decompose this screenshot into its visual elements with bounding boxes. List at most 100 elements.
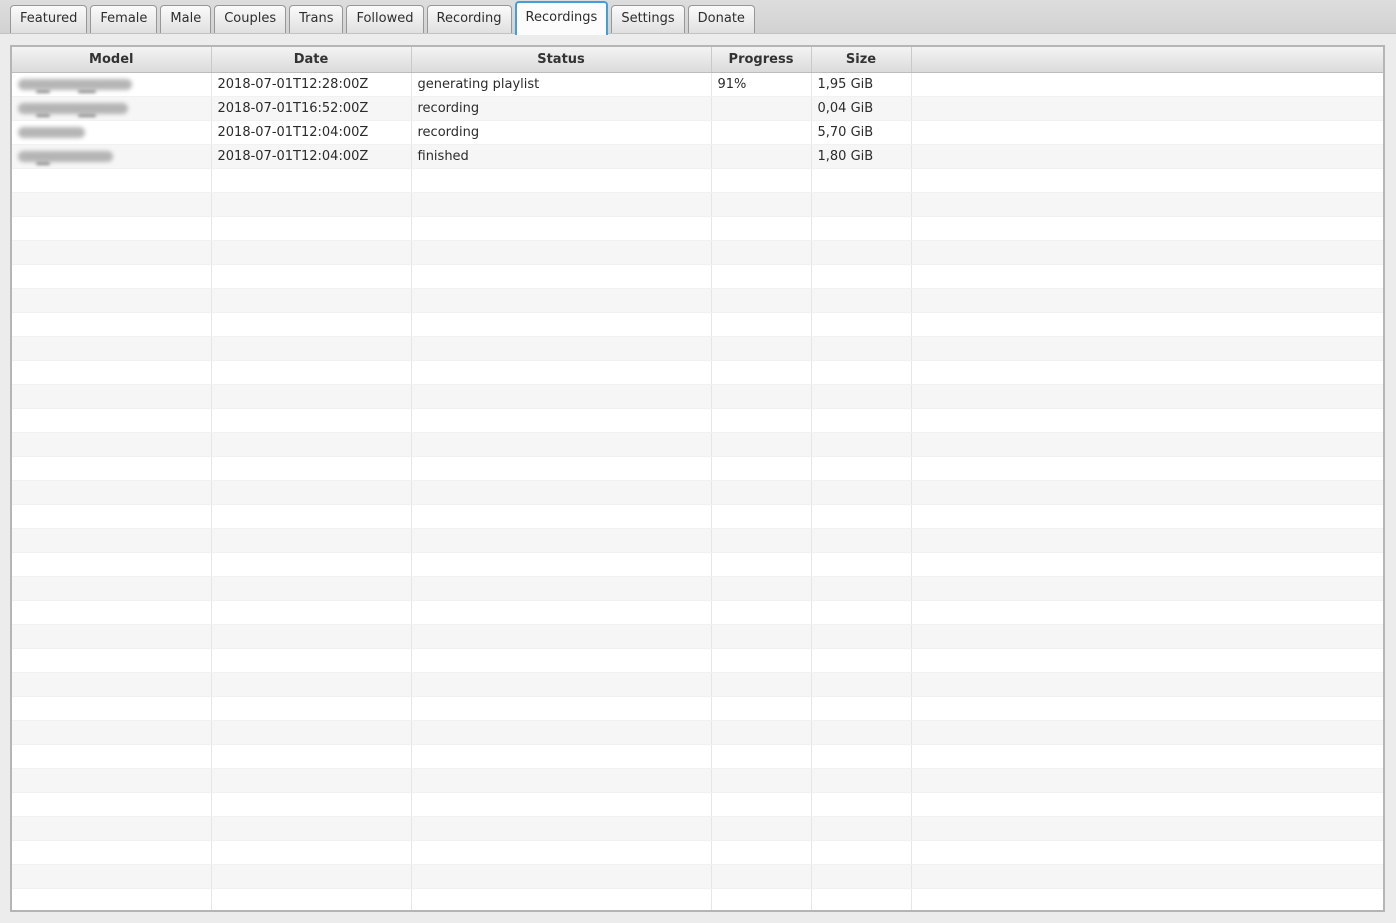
empty-cell xyxy=(12,864,212,889)
empty-cell xyxy=(911,456,1383,481)
size-cell: 1,95 GiB xyxy=(811,72,912,97)
empty-cell xyxy=(911,216,1383,241)
empty-cell xyxy=(811,648,912,673)
empty-cell xyxy=(211,288,412,313)
column-header-progress[interactable]: Progress xyxy=(711,47,812,73)
empty-cell xyxy=(411,240,712,265)
empty-row[interactable] xyxy=(12,744,1383,769)
empty-row[interactable] xyxy=(12,840,1383,865)
tab-followed[interactable]: Followed xyxy=(346,5,424,33)
empty-row[interactable] xyxy=(12,336,1383,361)
empty-row[interactable] xyxy=(12,384,1383,409)
empty-cell xyxy=(711,600,812,625)
empty-row[interactable] xyxy=(12,408,1383,433)
empty-row[interactable] xyxy=(12,696,1383,721)
tab-trans[interactable]: Trans xyxy=(289,5,344,33)
empty-cell xyxy=(811,360,912,385)
empty-cell xyxy=(12,888,212,910)
empty-row[interactable] xyxy=(12,792,1383,817)
empty-cell xyxy=(911,840,1383,865)
empty-cell xyxy=(911,720,1383,745)
empty-row[interactable] xyxy=(12,168,1383,193)
tab-featured[interactable]: Featured xyxy=(10,5,88,33)
empty-cell xyxy=(811,216,912,241)
blurred-model-smudge xyxy=(36,113,50,117)
column-header-model[interactable]: Model xyxy=(12,47,212,73)
empty-row[interactable] xyxy=(12,648,1383,673)
empty-row[interactable] xyxy=(12,264,1383,289)
empty-row[interactable] xyxy=(12,672,1383,697)
empty-cell xyxy=(12,480,212,505)
empty-row[interactable] xyxy=(12,720,1383,745)
empty-row[interactable] xyxy=(12,312,1383,337)
empty-cell xyxy=(811,696,912,721)
empty-row[interactable] xyxy=(12,456,1383,481)
empty-cell xyxy=(911,288,1383,313)
empty-row[interactable] xyxy=(12,192,1383,217)
empty-row[interactable] xyxy=(12,432,1383,457)
empty-row[interactable] xyxy=(12,360,1383,385)
empty-cell xyxy=(711,744,812,769)
empty-cell xyxy=(811,240,912,265)
empty-cell xyxy=(211,768,412,793)
empty-cell xyxy=(411,360,712,385)
empty-cell xyxy=(811,600,912,625)
empty-row[interactable] xyxy=(12,576,1383,601)
tab-settings[interactable]: Settings xyxy=(611,5,685,33)
empty-cell xyxy=(411,504,712,529)
empty-cell xyxy=(811,384,912,409)
model-cell xyxy=(12,72,212,97)
empty-row[interactable] xyxy=(12,624,1383,649)
empty-cell xyxy=(911,744,1383,769)
empty-row[interactable] xyxy=(12,768,1383,793)
empty-row[interactable] xyxy=(12,288,1383,313)
empty-row[interactable] xyxy=(12,240,1383,265)
empty-cell xyxy=(12,672,212,697)
column-header-extra[interactable] xyxy=(911,47,1383,73)
size-cell: 1,80 GiB xyxy=(811,144,912,169)
empty-row[interactable] xyxy=(12,816,1383,841)
empty-cell xyxy=(211,192,412,217)
tab-couples[interactable]: Couples xyxy=(214,5,287,33)
tab-recordings[interactable]: Recordings xyxy=(514,1,609,35)
recording-row[interactable]: 2018-07-01T12:04:00Z recording 5,70 GiB xyxy=(12,120,1383,145)
empty-cell xyxy=(411,744,712,769)
empty-cell xyxy=(12,384,212,409)
empty-cell xyxy=(12,840,212,865)
recording-row[interactable]: 2018-07-01T16:52:00Z recording 0,04 GiB xyxy=(12,96,1383,121)
empty-cell xyxy=(411,288,712,313)
empty-row[interactable] xyxy=(12,216,1383,241)
empty-cell xyxy=(211,816,412,841)
empty-row[interactable] xyxy=(12,480,1383,505)
empty-cell xyxy=(411,864,712,889)
progress-cell xyxy=(711,120,812,145)
empty-row[interactable] xyxy=(12,504,1383,529)
empty-row[interactable] xyxy=(12,600,1383,625)
empty-cell xyxy=(811,816,912,841)
empty-cell xyxy=(911,816,1383,841)
empty-cell xyxy=(411,264,712,289)
empty-cell xyxy=(12,816,212,841)
empty-row[interactable] xyxy=(12,888,1383,910)
column-header-date[interactable]: Date xyxy=(211,47,412,73)
status-cell: recording xyxy=(411,120,712,145)
recording-row[interactable]: 2018-07-01T12:28:00Z generating playlist 9… xyxy=(12,72,1383,97)
recording-row[interactable]: 2018-07-01T12:04:00Z finished 1,80 GiB xyxy=(12,144,1383,169)
blurred-model-name xyxy=(18,103,128,114)
column-header-status[interactable]: Status xyxy=(411,47,712,73)
empty-cell xyxy=(811,264,912,289)
tab-donate[interactable]: Donate xyxy=(687,5,755,33)
empty-cell xyxy=(211,576,412,601)
empty-row[interactable] xyxy=(12,864,1383,889)
date-cell: 2018-07-01T12:28:00Z xyxy=(211,72,412,97)
empty-row[interactable] xyxy=(12,552,1383,577)
tab-male[interactable]: Male xyxy=(160,5,212,33)
empty-cell xyxy=(12,312,212,337)
app-window: Featured Female Male Couples Trans Followed Re… xyxy=(0,0,1396,923)
empty-row[interactable] xyxy=(12,528,1383,553)
empty-cell xyxy=(811,720,912,745)
tab-recording[interactable]: Recording xyxy=(426,5,512,33)
empty-cell xyxy=(811,288,912,313)
tab-female[interactable]: Female xyxy=(90,5,158,33)
column-header-size[interactable]: Size xyxy=(811,47,912,73)
